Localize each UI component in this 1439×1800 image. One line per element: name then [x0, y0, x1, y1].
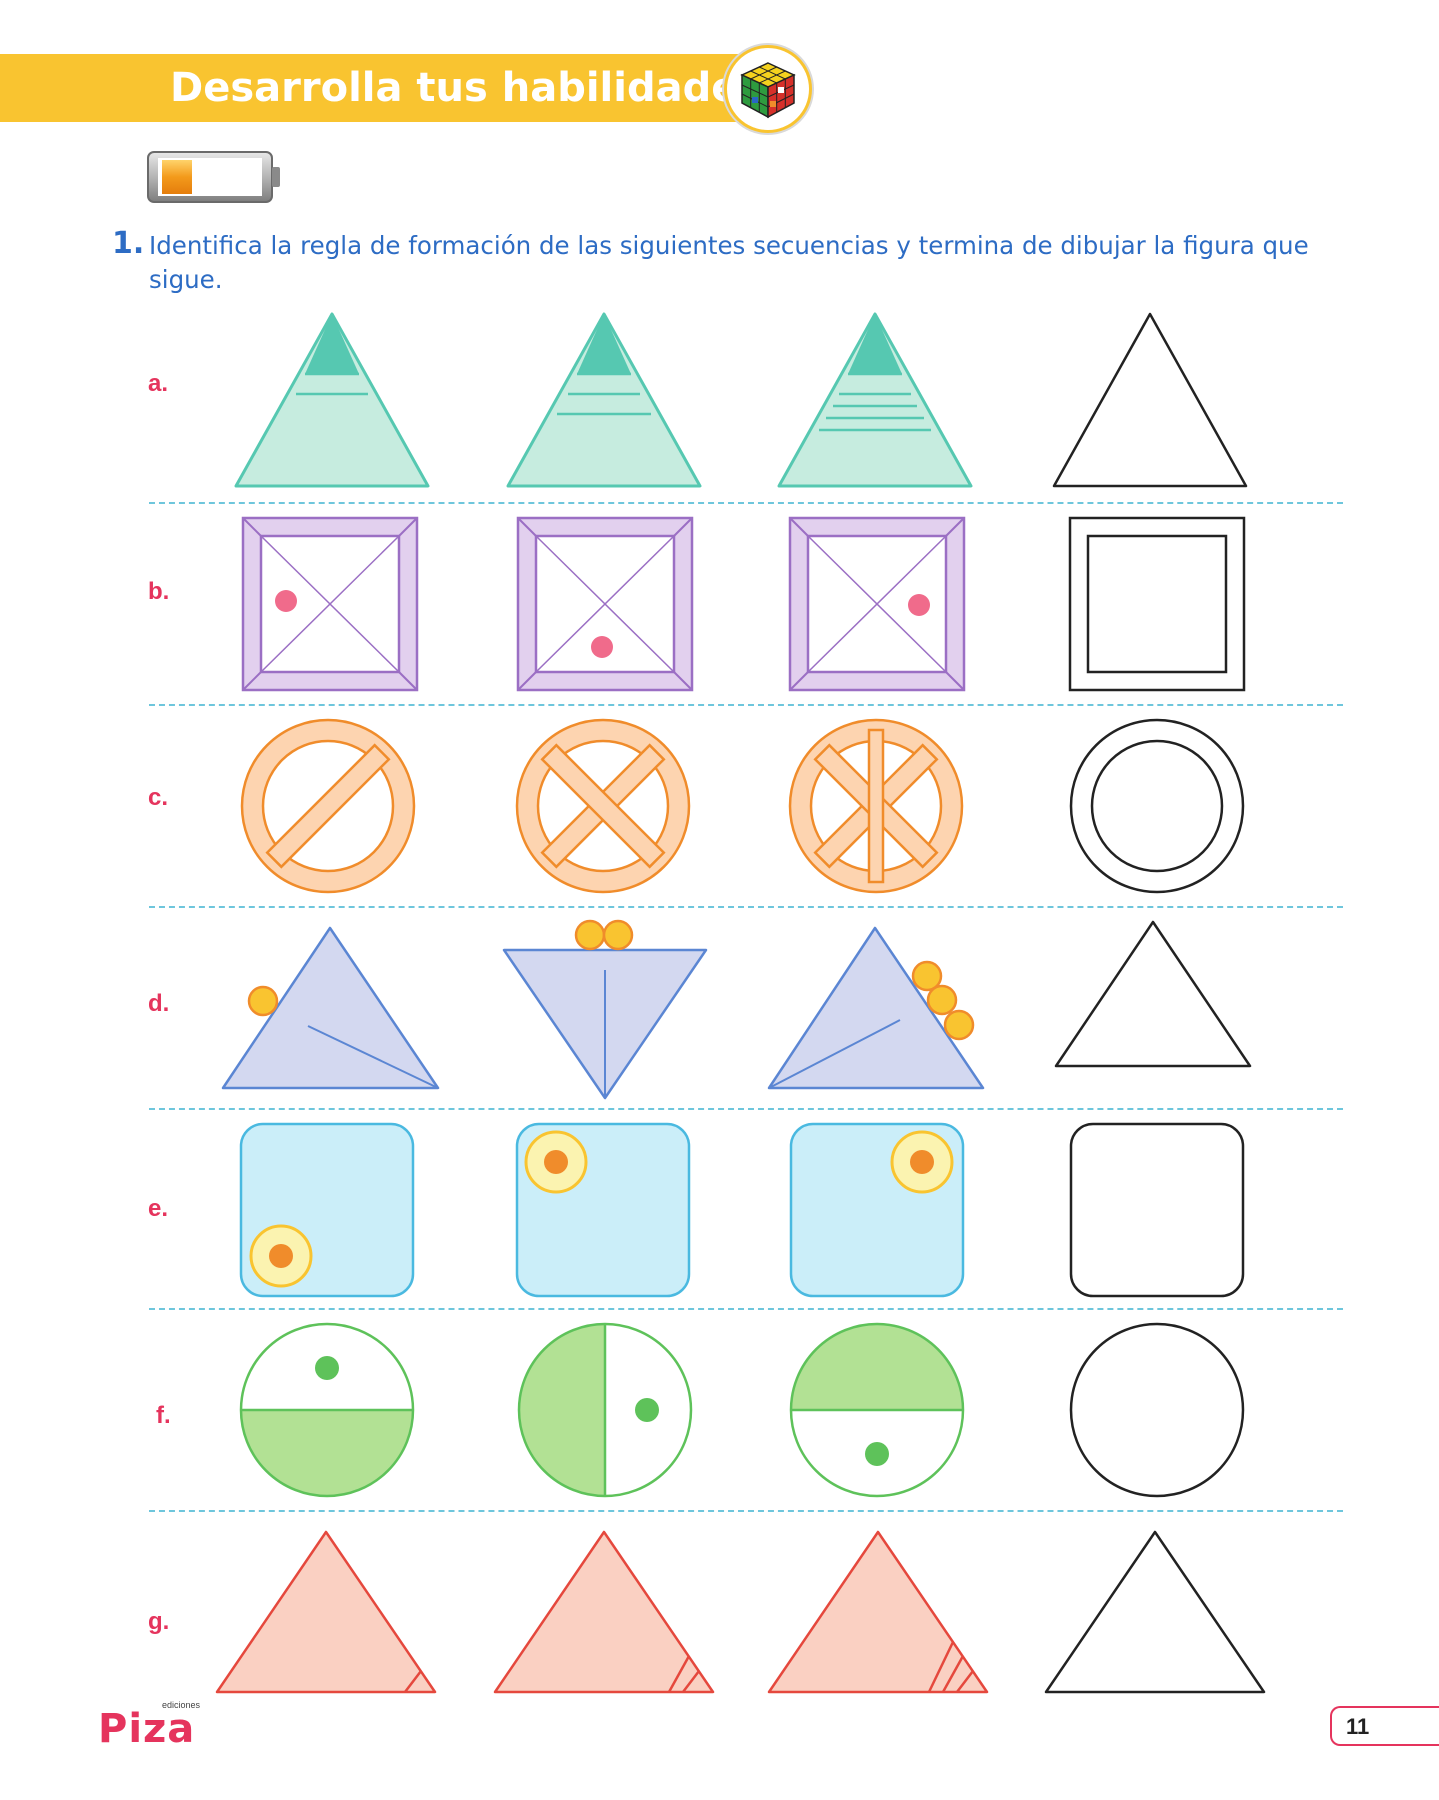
row-separator [149, 704, 1343, 706]
sequence-e-answer-outline [1069, 1122, 1245, 1298]
question-number: 1. [112, 226, 145, 261]
row-label-d: d. [148, 990, 170, 1017]
sequence-e-figure-1 [239, 1122, 415, 1298]
sequence-g-answer-outline [1044, 1530, 1266, 1694]
publisher-name: Piza [98, 1706, 196, 1752]
sequence-d-figure-3 [767, 926, 985, 1090]
row-label-g: g. [148, 1608, 170, 1635]
battery-low-icon [146, 150, 282, 208]
sequence-f-figure-2 [517, 1322, 693, 1498]
sequence-b-answer-outline [1068, 516, 1246, 692]
row-separator [149, 1510, 1343, 1512]
sequence-f-answer-outline [1069, 1322, 1245, 1498]
row-label-e: e. [148, 1195, 169, 1222]
row-label-f: f. [156, 1402, 171, 1429]
sequence-g-figure-1 [215, 1530, 437, 1694]
sequence-c-figure-3 [788, 718, 964, 894]
sequence-b-figure-3 [788, 516, 966, 692]
sequence-f-figure-1 [239, 1322, 415, 1498]
row-separator [149, 502, 1343, 504]
publisher-logo: ediciones Piza [98, 1700, 218, 1752]
sequence-g-figure-3 [767, 1530, 989, 1694]
sequence-a-figure-1 [234, 312, 430, 488]
row-label-a: a. [148, 370, 169, 397]
sequence-e-figure-2 [515, 1122, 691, 1298]
sequence-d-answer-outline [1054, 920, 1252, 1068]
sequence-e-figure-3 [789, 1122, 965, 1298]
sequence-b-figure-1 [241, 516, 419, 692]
sequence-a-figure-3 [777, 312, 973, 488]
sequence-d-figure-2 [502, 919, 708, 1100]
sequence-c-answer-outline [1069, 718, 1245, 894]
sequence-f-figure-3 [789, 1322, 965, 1498]
row-separator [149, 1308, 1343, 1310]
page-number-box: 11 [1330, 1706, 1439, 1746]
row-label-c: c. [148, 784, 169, 811]
sequence-d-figure-1 [221, 926, 440, 1090]
sequence-c-figure-2 [515, 718, 691, 894]
sequence-b-figure-2 [516, 516, 694, 692]
row-label-b: b. [148, 578, 170, 605]
sequence-a-figure-2 [506, 312, 702, 488]
sequence-a-answer-outline [1052, 312, 1248, 488]
sequence-g-figure-2 [493, 1530, 715, 1694]
section-title: Desarrolla tus habilidades [170, 65, 763, 111]
rubiks-cube-icon [727, 48, 809, 130]
row-separator [149, 1108, 1343, 1110]
question-text: Identifica la regla de formación de las … [149, 231, 1309, 294]
page-number: 11 [1346, 1714, 1370, 1739]
row-separator [149, 906, 1343, 908]
sequence-c-figure-1 [240, 718, 416, 894]
